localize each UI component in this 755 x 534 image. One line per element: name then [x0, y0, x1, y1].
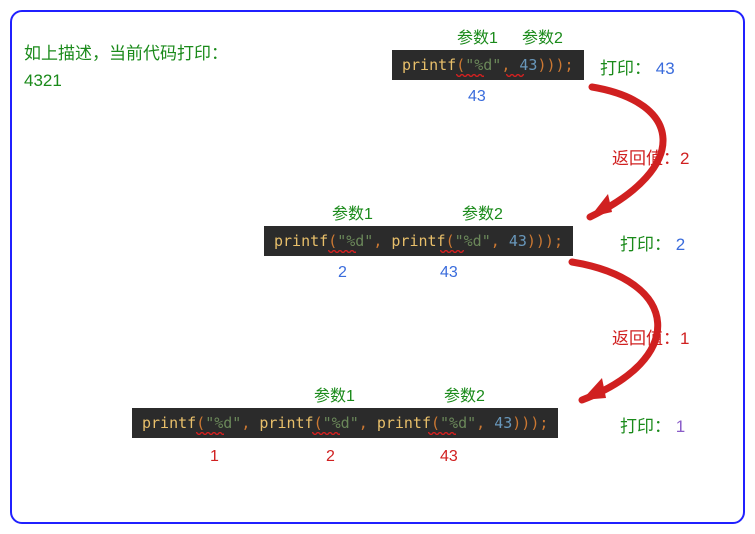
code-step1: printf("%d", 43))); [392, 50, 584, 80]
param1-label-step1: 参数1 [457, 24, 498, 48]
under-1-step3: 1 [210, 448, 219, 466]
diagram-frame: 如上描述，当前代码打印： 4321 参数1 参数2 printf("%d", 4… [10, 10, 745, 524]
desc-line2: 4321 [24, 67, 228, 94]
print-step2: 打印： 2 [620, 230, 685, 255]
print-value-2: 2 [676, 235, 685, 254]
printf-kw: printf [402, 56, 456, 74]
print-value-1: 1 [676, 417, 685, 436]
squiggle-icon [428, 430, 456, 438]
print-step3: 打印： 1 [620, 412, 685, 437]
code-step2: printf("%d", printf("%d", 43))); [264, 226, 573, 256]
description-text: 如上描述，当前代码打印： 4321 [24, 40, 228, 94]
param2-label-step1: 参数2 [522, 24, 563, 48]
return-step1: 返回值：2 [612, 144, 689, 169]
under-2-step2: 2 [338, 264, 347, 282]
triple-rparen: ))); [537, 56, 573, 74]
squiggle-icon [440, 248, 464, 256]
return-step2: 返回值：1 [612, 324, 689, 349]
param2-label-step3: 参数2 [444, 382, 485, 406]
squiggle-icon [506, 72, 524, 80]
print-value-43: 43 [656, 59, 675, 78]
param2-label-step2: 参数2 [462, 200, 503, 224]
under-43-step2: 43 [440, 264, 458, 282]
under-2-step3: 2 [326, 448, 335, 466]
under-43-step1: 43 [468, 88, 486, 106]
squiggle-icon [196, 430, 224, 438]
param1-label-step2: 参数1 [332, 200, 373, 224]
param1-label-step3: 参数1 [314, 382, 355, 406]
squiggle-icon [312, 430, 340, 438]
print-label-text: 打印： [600, 59, 651, 78]
return-label-text: 返回值： [612, 149, 680, 168]
squiggle-icon [328, 248, 356, 256]
squiggle-icon [456, 72, 484, 80]
desc-line1: 如上描述，当前代码打印： [24, 40, 228, 67]
return-value-2: 2 [680, 149, 689, 168]
print-step1: 打印： 43 [600, 54, 675, 79]
return-value-1: 1 [680, 329, 689, 348]
under-43-step3: 43 [440, 448, 458, 466]
